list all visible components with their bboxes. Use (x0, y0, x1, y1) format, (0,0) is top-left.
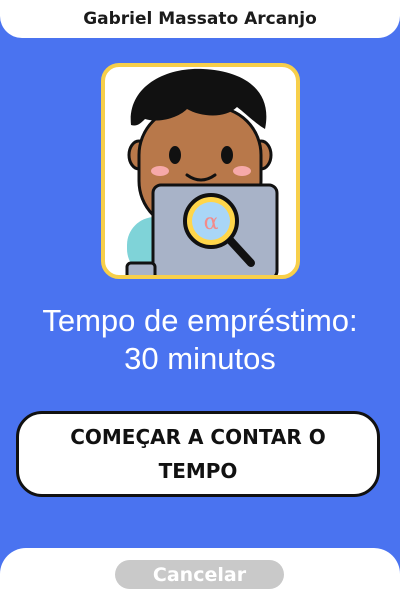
loan-duration-value: 30 minutos (124, 341, 276, 376)
person-with-laptop-and-magnifier-icon: α (125, 68, 279, 275)
avatar: α (101, 63, 300, 279)
profile-header: Gabriel Massato Arcanjo (0, 0, 400, 38)
cancel-button[interactable]: Cancelar (115, 560, 284, 589)
svg-text:α: α (204, 210, 219, 235)
loan-duration-label: Tempo de empréstimo: (42, 303, 358, 338)
user-name: Gabriel Massato Arcanjo (83, 9, 317, 29)
start-timer-button[interactable]: COMEÇAR A CONTAR O TEMPO (16, 411, 380, 497)
loan-duration: Tempo de empréstimo: 30 minutos (0, 302, 400, 378)
